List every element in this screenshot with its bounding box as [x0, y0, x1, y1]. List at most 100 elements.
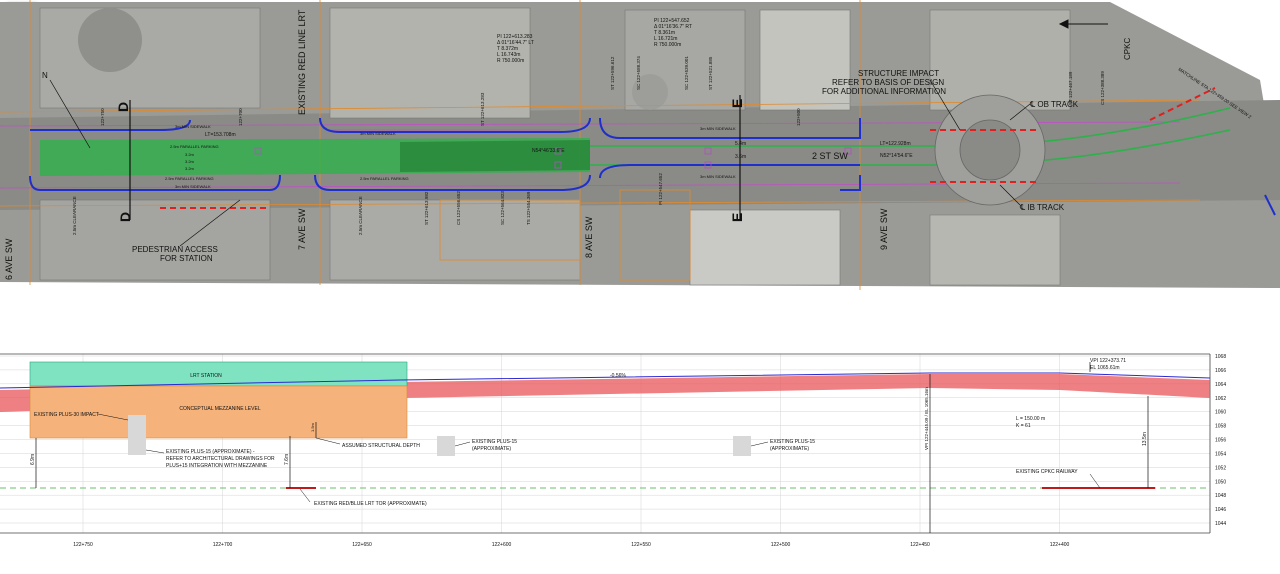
- lrt-station-label: LRT STATION: [190, 373, 222, 379]
- dim-6-9: 6.9m: [30, 454, 36, 465]
- elevation-tick-labels: 1068 1066 1064 1062 1060 1058 1056 1054 1052 1050…: [1215, 354, 1226, 527]
- station-label: 122+500: [796, 108, 801, 126]
- plus15-a1: EXISTING PLUS-15 (APPROXIMATE) -: [166, 449, 255, 455]
- vpi-label-1: VPI 122+373.71: [1090, 358, 1126, 364]
- street-8-ave: 8 AVE SW: [584, 216, 594, 258]
- vpi-label-2: EL 1065.61m: [1090, 365, 1120, 371]
- street-6-ave: 6 AVE SW: [4, 238, 14, 280]
- station-tick: 122+600: [492, 542, 512, 548]
- station-label: ST 122+613.283: [480, 92, 485, 126]
- track-dark-zone: [400, 140, 590, 172]
- section-e-top: E: [729, 99, 745, 108]
- elevation-tick: 1054: [1215, 451, 1226, 457]
- curve2-r: R 750.000m: [654, 42, 681, 48]
- station-tick: 122+400: [1050, 542, 1070, 548]
- station-label: SC 122+564.823: [500, 191, 505, 225]
- station-label: ST 122+613.982: [424, 191, 429, 225]
- station-tick: 122+650: [352, 542, 372, 548]
- station-tick: 122+750: [73, 542, 93, 548]
- plus15-a3: PLUS+15 INTEGRATION WITH MEZZANINE: [166, 463, 268, 469]
- lt2-label: LT=122.928m: [880, 141, 911, 147]
- elevation-tick: 1052: [1215, 465, 1226, 471]
- lane-label: 2.5m PARALLEL PARKING: [170, 144, 219, 149]
- plus15-box: [437, 436, 455, 456]
- l-value: L = 150.00 m: [1016, 416, 1045, 422]
- street-red-line: EXISTING RED LINE LRT: [297, 9, 307, 115]
- elevation-tick: 1062: [1215, 396, 1226, 402]
- lane-label: 2.5m PARALLEL PARKING: [165, 176, 214, 181]
- round-building: [78, 8, 142, 72]
- plan-view: D D E E 6 AVE SW 7 AVE SW EXISTING RED L…: [0, 0, 1280, 290]
- station-label: ST 122+596.612: [610, 56, 615, 90]
- elevation-tick: 1068: [1215, 354, 1226, 360]
- station-label: 122+750: [100, 108, 105, 126]
- street-cpkc: CPKC: [1123, 38, 1132, 60]
- plus15-a2: REFER TO ARCHITECTURAL DRAWINGS FOR: [166, 456, 275, 462]
- building-block: [329, 199, 581, 281]
- lane-label: 3m MIN SIDEWALK: [700, 126, 736, 131]
- curve1-r: R 750.000m: [497, 58, 524, 64]
- dim-7-6: 7.6m: [284, 454, 290, 465]
- plus15-box: [733, 436, 751, 456]
- street-7-ave: 7 AVE SW: [297, 208, 307, 250]
- grade-label: -0.56%: [610, 373, 626, 379]
- station-label: TS 122+554.369: [526, 191, 531, 225]
- width-label: 5.4m: [735, 141, 746, 147]
- station-tick: 122+450: [910, 542, 930, 548]
- profile-view: LRT STATION CONCEPTUAL MEZZANINE LEVEL -…: [0, 353, 1226, 548]
- tor-label: EXISTING RED/BLUE LRT TOR (APPROXIMATE): [314, 501, 427, 507]
- station-label: SC 122+588.374: [636, 56, 641, 90]
- bearing-2: N52°14'54.6"E: [880, 153, 913, 159]
- callout-pedestrian-2: FOR STATION: [160, 254, 213, 263]
- station-label: SC 122+539.001: [684, 56, 689, 90]
- plus15-box: [128, 415, 146, 455]
- elevation-tick: 1064: [1215, 382, 1226, 388]
- dim-1-5: 1.5m: [310, 422, 315, 432]
- callout-structure-1: STRUCTURE IMPACT: [858, 69, 939, 78]
- plus15-c2: (APPROXIMATE): [770, 446, 809, 452]
- station-tick: 122+700: [213, 542, 233, 548]
- station-label: CS 122+556.652: [456, 191, 461, 225]
- station-label: 122+700: [238, 108, 243, 126]
- building-block: [929, 214, 1061, 286]
- clearance-label: 2.5m CLEARANCE: [358, 196, 363, 235]
- dim-13-5: 13.5m: [1142, 432, 1148, 446]
- bearing-1: N54°46'33.6"E: [532, 148, 565, 154]
- lane-label: 3m MIN SIDEWALK: [175, 124, 211, 129]
- callout-structure-2: REFER TO BASIS OF DESIGN: [832, 78, 944, 87]
- callout-structure-3: FOR ADDITIONAL INFORMATION: [822, 87, 946, 96]
- plus15-c1: EXISTING PLUS-15: [770, 439, 815, 445]
- lane-label: 3m MIN SIDEWALK: [360, 131, 396, 136]
- station-label: CS 122+388.389: [1100, 71, 1105, 105]
- elevation-tick: 1044: [1215, 521, 1226, 527]
- plus30-label: EXISTING PLUS-30 IMPACT: [34, 412, 99, 418]
- callout-n: N: [42, 71, 48, 80]
- section-d-top: D: [115, 102, 131, 112]
- plus15-b1: EXISTING PLUS-15: [472, 439, 517, 445]
- station-label: ST 122+467.189: [1068, 71, 1073, 105]
- plus15-b2: (APPROXIMATE): [472, 446, 511, 452]
- lt-label: LT=153.708m: [205, 132, 236, 138]
- elevation-tick: 1046: [1215, 507, 1226, 513]
- building-block: [689, 209, 841, 286]
- width-label: 3.6m: [735, 154, 746, 160]
- elevation-tick: 1056: [1215, 438, 1226, 444]
- elevation-tick: 1050: [1215, 479, 1226, 485]
- elevation-tick: 1060: [1215, 410, 1226, 416]
- structural-label: ASSUMED STRUCTURAL DEPTH: [342, 443, 420, 449]
- lane-label: 3.2m: [185, 166, 195, 171]
- station-label: PI 122+547.652: [658, 173, 663, 205]
- station-tick: 122+550: [631, 542, 651, 548]
- street-9-ave: 9 AVE SW: [879, 208, 889, 250]
- lane-label: 3.2m: [185, 159, 195, 164]
- elevation-tick: 1058: [1215, 424, 1226, 430]
- section-d-bottom: D: [117, 212, 133, 222]
- clearance-label: 2.5m CLEARANCE: [72, 196, 77, 235]
- lane-label: 3m MIN SIDEWALK: [700, 174, 736, 179]
- elevation-tick: 1066: [1215, 368, 1226, 374]
- elevation-tick: 1048: [1215, 493, 1226, 499]
- lane-label: 3m MIN SIDEWALK: [175, 184, 211, 189]
- mezzanine-label: CONCEPTUAL MEZZANINE LEVEL: [179, 406, 260, 412]
- callout-ib-track: ℄ IB TRACK: [1019, 203, 1065, 212]
- cpkc-label: EXISTING CPKC RAILWAY: [1016, 469, 1078, 475]
